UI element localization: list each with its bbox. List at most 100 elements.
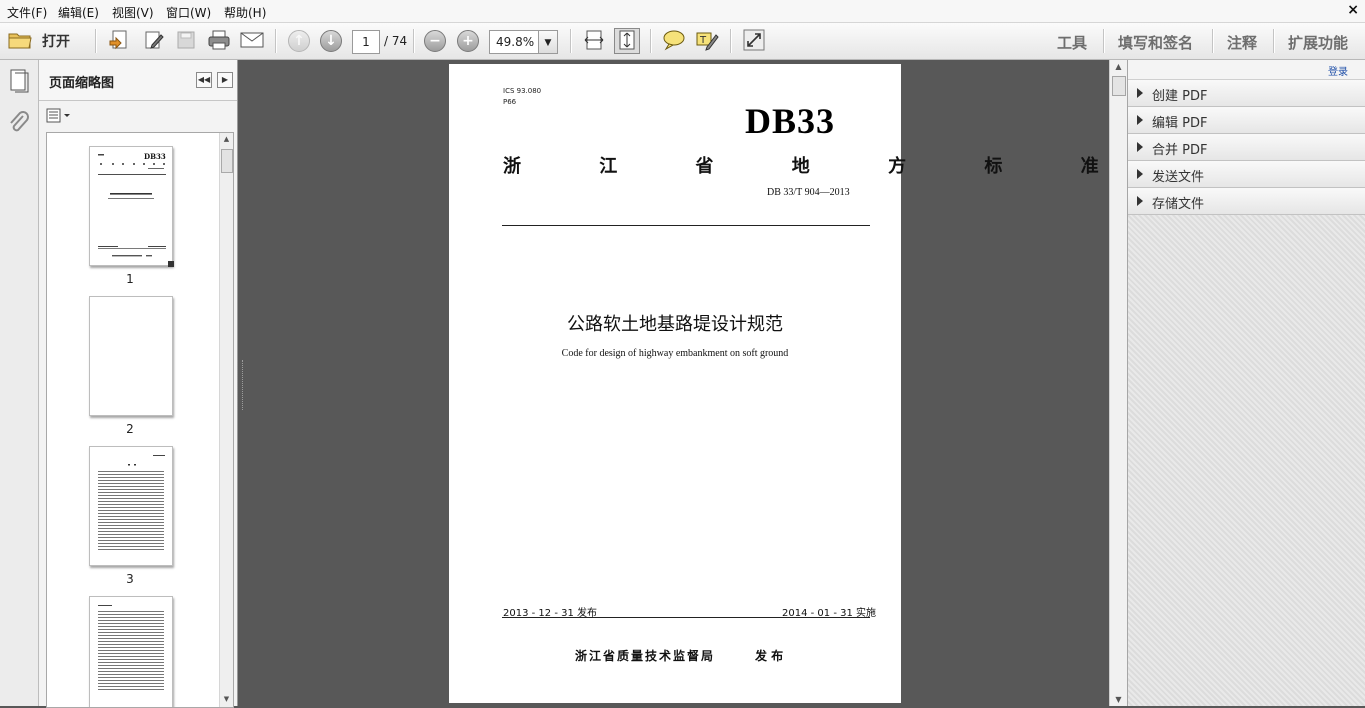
panel-splitter[interactable] [237, 360, 243, 410]
expand-arrow-icon [1137, 115, 1143, 125]
login-link[interactable]: 登录 [1328, 63, 1348, 78]
thumbnail-scrollbar[interactable]: ▲ ▼ [219, 133, 233, 707]
issuer: 浙江省质量技术监督局 [575, 649, 716, 663]
extended-link[interactable]: 扩展功能 [1288, 32, 1348, 53]
scroll-down-icon[interactable]: ▼ [1110, 695, 1127, 704]
expand-panel-button[interactable]: ▶ [217, 72, 233, 88]
navigation-rail [0, 60, 39, 706]
menu-edit[interactable]: 编辑(E) [58, 4, 99, 21]
open-button[interactable]: 打开 [8, 28, 80, 54]
store-file-label: 存储文件 [1152, 197, 1205, 212]
edit-pdf-section[interactable]: 编辑 PDF [1128, 107, 1365, 134]
zoom-in-button[interactable]: + [455, 28, 481, 54]
scroll-up-icon[interactable]: ▲ [1110, 62, 1127, 71]
thumbnail-scroll-thumb[interactable] [221, 149, 233, 173]
footer-rule [502, 617, 870, 618]
toolbar-separator [1273, 29, 1275, 53]
send-file-label: 发送文件 [1152, 170, 1205, 185]
thumbnail-page-4[interactable] [89, 596, 173, 707]
svg-text:DB33: DB33 [144, 152, 166, 161]
zoom-out-icon: − [424, 30, 446, 52]
document-page: ICS 93.080 P66 DB33 浙 江 省 地 方 标 准 DB 33/… [449, 64, 1135, 703]
prev-page-icon: ↑ [288, 30, 310, 52]
thumbnail-page-2[interactable] [89, 296, 173, 416]
page-1-preview: DB33 [98, 152, 166, 257]
options-icon [46, 108, 72, 127]
close-document-button[interactable]: × [1347, 2, 1359, 18]
document-title-en: Code for design of highway embankment on… [561, 348, 789, 359]
store-file-section[interactable]: 存储文件 [1128, 188, 1365, 215]
chevron-down-icon: ▼ [544, 38, 552, 48]
create-icon [108, 29, 130, 54]
province-standard: 浙 江 省 地 方 标 准 [503, 156, 1135, 177]
document-scrollbar[interactable]: ▲ ▼ [1109, 60, 1127, 706]
zoom-dropdown-button[interactable]: ▼ [538, 30, 558, 54]
expand-button[interactable] [741, 28, 767, 54]
mail-button[interactable] [239, 28, 265, 54]
toolbar-separator [275, 29, 277, 53]
send-file-section[interactable]: 发送文件 [1128, 161, 1365, 188]
zoom-input[interactable]: 49.8% [489, 30, 544, 54]
zoom-in-icon: + [457, 30, 479, 52]
menu-file[interactable]: 文件(F) [7, 4, 47, 21]
create-pdf-label: 创建 PDF [1152, 89, 1208, 104]
save-button[interactable] [173, 28, 199, 54]
chevron-right-icon: ▶ [221, 75, 229, 84]
expand-arrow-icon [1137, 88, 1143, 98]
edit-pdf-label: 编辑 PDF [1152, 116, 1208, 131]
menu-window[interactable]: 窗口(W) [166, 4, 211, 21]
thumbnail-panel-title: 页面缩略图 [49, 76, 115, 91]
thumbnail-page-1[interactable]: DB33 [89, 146, 174, 267]
comment-link[interactable]: 注释 [1227, 32, 1257, 53]
thumbnail-page-3[interactable] [89, 446, 173, 566]
combine-pdf-section[interactable]: 合并 PDF [1128, 134, 1365, 161]
zoom-out-button[interactable]: − [422, 28, 448, 54]
next-page-button[interactable]: ↓ [318, 28, 344, 54]
toolbar-separator [730, 29, 732, 53]
page-thumbnails-button[interactable] [7, 68, 31, 97]
page-3-preview [98, 455, 165, 550]
open-label: 打开 [42, 34, 70, 50]
ics-code: ICS 93.080 [503, 87, 542, 95]
highlight-button[interactable]: T [694, 28, 720, 54]
fit-width-icon [584, 29, 604, 54]
thumbnail-panel-header: 页面缩略图 ◀◀ ▶ [39, 60, 237, 101]
standard-number: DB 33/T 904—2013 [767, 187, 850, 198]
tools-link[interactable]: 工具 [1057, 32, 1087, 53]
svg-text:T: T [699, 35, 707, 46]
current-page-marker [168, 261, 174, 267]
thumbnail-number: 3 [126, 572, 134, 586]
paperclip-icon [7, 111, 31, 139]
fit-width-button[interactable] [581, 28, 607, 54]
page-number-input[interactable]: 1 [352, 30, 380, 54]
print-button[interactable] [206, 28, 232, 54]
thumbnail-panel: 页面缩略图 ◀◀ ▶ DB33 1 2 3 ▲ ▼ [39, 60, 238, 708]
create-button[interactable] [106, 28, 132, 54]
toolbar-separator [1212, 29, 1214, 53]
attachments-button[interactable] [7, 110, 31, 139]
prev-page-button[interactable]: ↑ [286, 28, 312, 54]
scroll-down-icon[interactable]: ▼ [220, 695, 233, 705]
toolbar: 打开 ↑ ↓ 1 / 74 − + 49.8% ▼ T 工具 填写和签名 注释 … [0, 23, 1365, 60]
save-icon [176, 30, 196, 53]
folder-icon [8, 30, 32, 53]
create-pdf-section[interactable]: 创建 PDF [1128, 80, 1365, 107]
pages-icon [7, 69, 31, 97]
scroll-up-icon[interactable]: ▲ [220, 135, 233, 145]
menu-view[interactable]: 视图(V) [112, 4, 154, 21]
thumbnail-options-button[interactable] [46, 108, 72, 127]
next-page-icon: ↓ [320, 30, 342, 52]
thumbnail-number: 2 [126, 422, 134, 436]
collapse-panel-button[interactable]: ◀◀ [196, 72, 212, 88]
edit-button[interactable] [141, 28, 167, 54]
double-chevron-left-icon: ◀◀ [197, 75, 211, 84]
fill-sign-link[interactable]: 填写和签名 [1118, 32, 1193, 53]
fit-page-button[interactable] [614, 28, 640, 54]
page-4-preview [98, 605, 164, 690]
edit-icon [143, 29, 165, 54]
document-scroll-thumb[interactable] [1112, 76, 1126, 96]
menu-help[interactable]: 帮助(H) [224, 4, 266, 21]
comment-button[interactable] [661, 28, 687, 54]
document-title-cn: 公路软土地基路堤设计规范 [567, 314, 783, 335]
task-panel: 登录 创建 PDF 编辑 PDF 合并 PDF 发送文件 存储文件 [1127, 60, 1365, 706]
